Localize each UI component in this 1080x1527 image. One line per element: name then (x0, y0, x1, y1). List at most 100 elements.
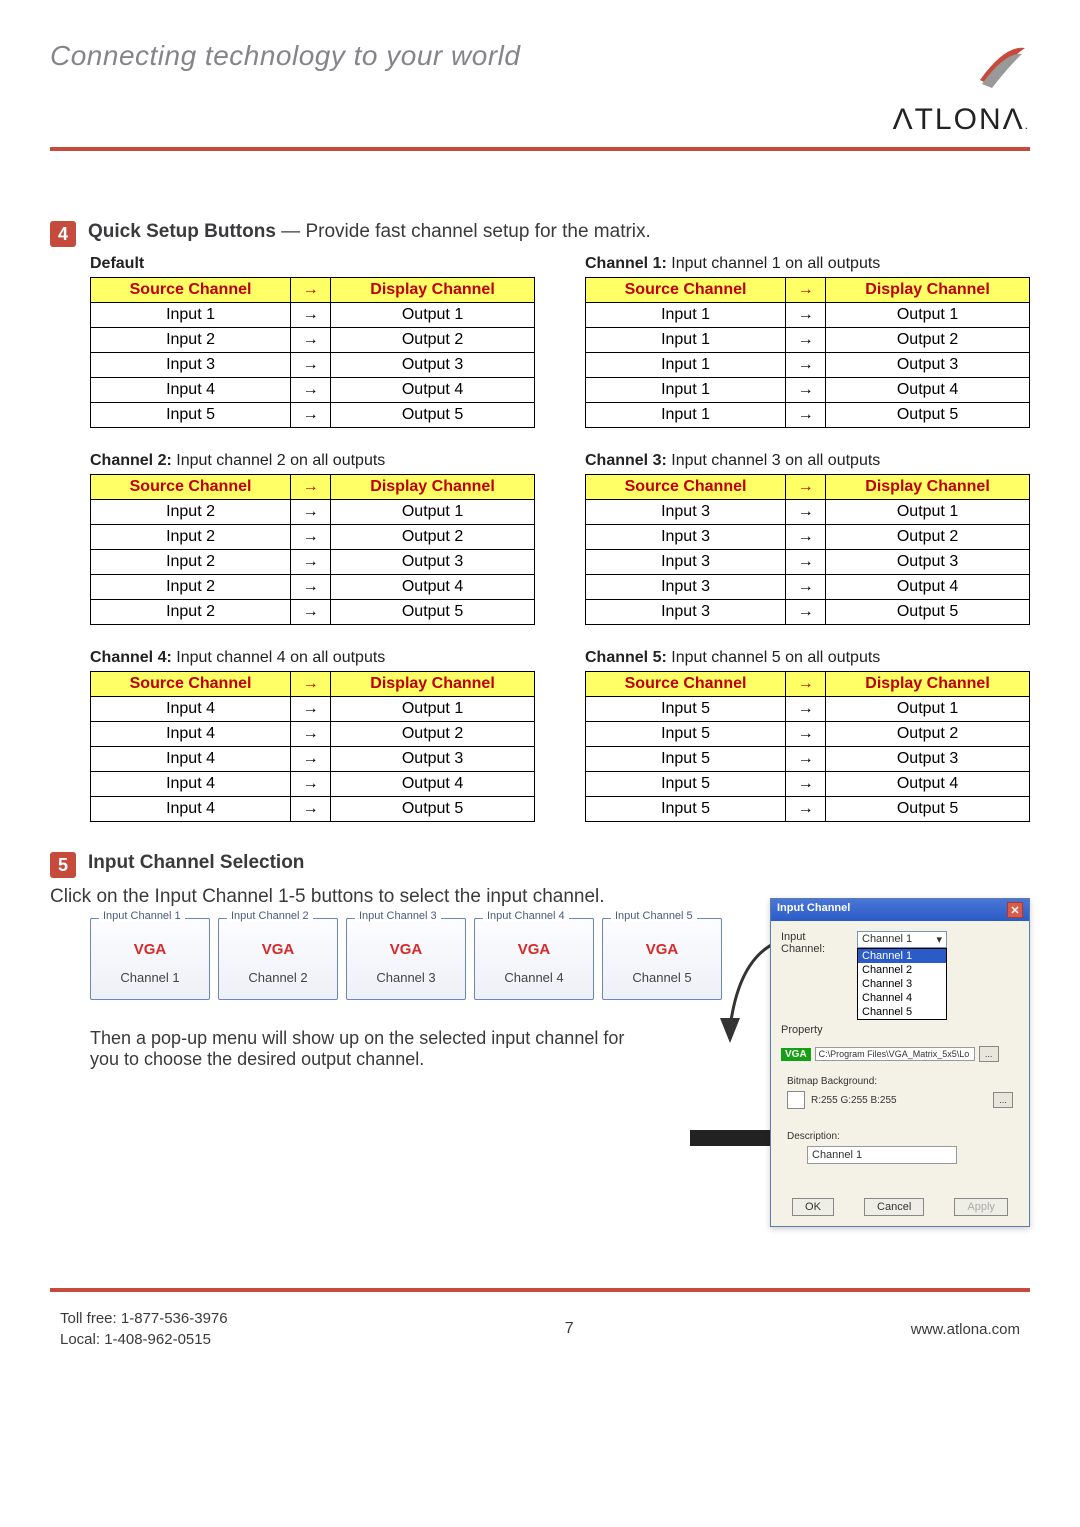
display-cell: Output 5 (331, 797, 535, 822)
table-row: Input 4→Output 1 (91, 697, 535, 722)
col-arrow: → (786, 278, 826, 303)
table-row: Input 2→Output 2 (91, 525, 535, 550)
source-cell: Input 4 (91, 697, 291, 722)
arrow-cell: → (786, 747, 826, 772)
arrow-cell: → (786, 500, 826, 525)
mapping-table-1: Channel 1: Input channel 1 on all output… (585, 255, 1030, 428)
table-row: Input 3→Output 3 (586, 550, 1030, 575)
arrow-cell: → (786, 550, 826, 575)
channel-legend: Input Channel 2 (227, 910, 313, 922)
col-arrow: → (291, 672, 331, 697)
display-cell: Output 5 (826, 403, 1030, 428)
dropdown-option[interactable]: Channel 4 (858, 991, 946, 1005)
display-cell: Output 5 (331, 403, 535, 428)
arrow-cell: → (291, 403, 331, 428)
source-cell: Input 2 (91, 328, 291, 353)
apply-button[interactable]: Apply (954, 1198, 1008, 1216)
display-cell: Output 3 (826, 353, 1030, 378)
source-cell: Input 5 (586, 772, 786, 797)
input-channel-button-5[interactable]: Input Channel 5VGAChannel 5 (602, 918, 722, 1000)
arrow-cell: → (291, 328, 331, 353)
channel-mapping-table: Source Channel→Display ChannelInput 3→Ou… (585, 474, 1030, 625)
channel-mapping-table: Source Channel→Display ChannelInput 1→Ou… (90, 277, 535, 428)
table-row: Input 1→Output 1 (91, 303, 535, 328)
display-cell: Output 2 (826, 328, 1030, 353)
arrow-cell: → (291, 697, 331, 722)
arrow-cell: → (786, 328, 826, 353)
channel-name: Channel 3 (357, 970, 455, 985)
local-number: Local: 1-408-962-0515 (60, 1329, 228, 1350)
section-4-title: Quick Setup Buttons — Provide fast chann… (88, 221, 651, 243)
input-channel-button-2[interactable]: Input Channel 2VGAChannel 2 (218, 918, 338, 1000)
source-cell: Input 3 (586, 550, 786, 575)
display-cell: Output 1 (826, 303, 1030, 328)
input-channel-dropdown-list[interactable]: Channel 1Channel 2Channel 3Channel 4Chan… (857, 948, 947, 1020)
dropdown-option[interactable]: Channel 5 (858, 1005, 946, 1019)
display-cell: Output 4 (826, 575, 1030, 600)
col-source: Source Channel (91, 672, 291, 697)
input-channel-button-1[interactable]: Input Channel 1VGAChannel 1 (90, 918, 210, 1000)
section-5-title: Input Channel Selection (88, 852, 304, 874)
table-row: Input 5→Output 5 (586, 797, 1030, 822)
display-cell: Output 3 (826, 550, 1030, 575)
display-cell: Output 5 (826, 797, 1030, 822)
channel-name: Channel 4 (485, 970, 583, 985)
table-row: Input 1→Output 2 (586, 328, 1030, 353)
arrow-cell: → (786, 772, 826, 797)
chevron-down-icon: ▾ (936, 933, 942, 946)
source-cell: Input 3 (586, 525, 786, 550)
source-cell: Input 4 (91, 747, 291, 772)
channel-name: Channel 2 (229, 970, 327, 985)
input-channel-combobox[interactable]: Channel 1▾ (857, 931, 947, 948)
description-field[interactable]: Channel 1 (807, 1146, 957, 1164)
color-picker-button[interactable]: ... (993, 1092, 1013, 1108)
brand-logo: ΛTLONΛ. (893, 40, 1030, 137)
arrow-cell: → (786, 525, 826, 550)
mapping-table-0: DefaultSource Channel→Display ChannelInp… (90, 255, 535, 428)
contact-info: Toll free: 1-877-536-3976 Local: 1-408-9… (60, 1308, 228, 1350)
color-swatch[interactable] (787, 1091, 805, 1109)
source-cell: Input 3 (586, 575, 786, 600)
table-row: Input 1→Output 4 (586, 378, 1030, 403)
browse-button[interactable]: ... (979, 1046, 999, 1062)
source-cell: Input 5 (586, 697, 786, 722)
table-row: Input 5→Output 2 (586, 722, 1030, 747)
rgb-value: R:255 G:255 B:255 (811, 1095, 897, 1106)
dropdown-option[interactable]: Channel 1 (858, 949, 946, 963)
brand-name: ΛTLONΛ. (893, 103, 1030, 137)
tollfree-number: Toll free: 1-877-536-3976 (60, 1308, 228, 1329)
table-row: Input 4→Output 5 (91, 797, 535, 822)
arrow-cell: → (786, 303, 826, 328)
display-cell: Output 4 (331, 378, 535, 403)
source-cell: Input 5 (586, 797, 786, 822)
table-row: Input 2→Output 2 (91, 328, 535, 353)
col-source: Source Channel (586, 672, 786, 697)
source-cell: Input 1 (586, 303, 786, 328)
input-channel-button-4[interactable]: Input Channel 4VGAChannel 4 (474, 918, 594, 1000)
arrow-cell: → (291, 772, 331, 797)
source-cell: Input 4 (91, 722, 291, 747)
table-row: Input 5→Output 5 (91, 403, 535, 428)
dialog-close-button[interactable]: ✕ (1007, 902, 1023, 918)
section-5-badge: 5 (50, 852, 76, 878)
source-cell: Input 1 (586, 353, 786, 378)
source-cell: Input 1 (91, 303, 291, 328)
bitmap-path-field[interactable]: C:\Program Files\VGA_Matrix_5x5\Lo (815, 1047, 975, 1061)
col-source: Source Channel (91, 278, 291, 303)
display-cell: Output 1 (331, 303, 535, 328)
table-row: Input 2→Output 3 (91, 550, 535, 575)
input-channel-button-3[interactable]: Input Channel 3VGAChannel 3 (346, 918, 466, 1000)
display-cell: Output 2 (331, 328, 535, 353)
dropdown-option[interactable]: Channel 2 (858, 963, 946, 977)
cancel-button[interactable]: Cancel (864, 1198, 924, 1216)
website-url: www.atlona.com (911, 1321, 1020, 1338)
ok-button[interactable]: OK (792, 1198, 834, 1216)
table-row: Input 4→Output 3 (91, 747, 535, 772)
col-display: Display Channel (331, 475, 535, 500)
channel-type: VGA (613, 941, 711, 958)
display-cell: Output 2 (331, 722, 535, 747)
source-cell: Input 3 (91, 353, 291, 378)
display-cell: Output 4 (331, 575, 535, 600)
dropdown-option[interactable]: Channel 3 (858, 977, 946, 991)
arrow-cell: → (786, 722, 826, 747)
